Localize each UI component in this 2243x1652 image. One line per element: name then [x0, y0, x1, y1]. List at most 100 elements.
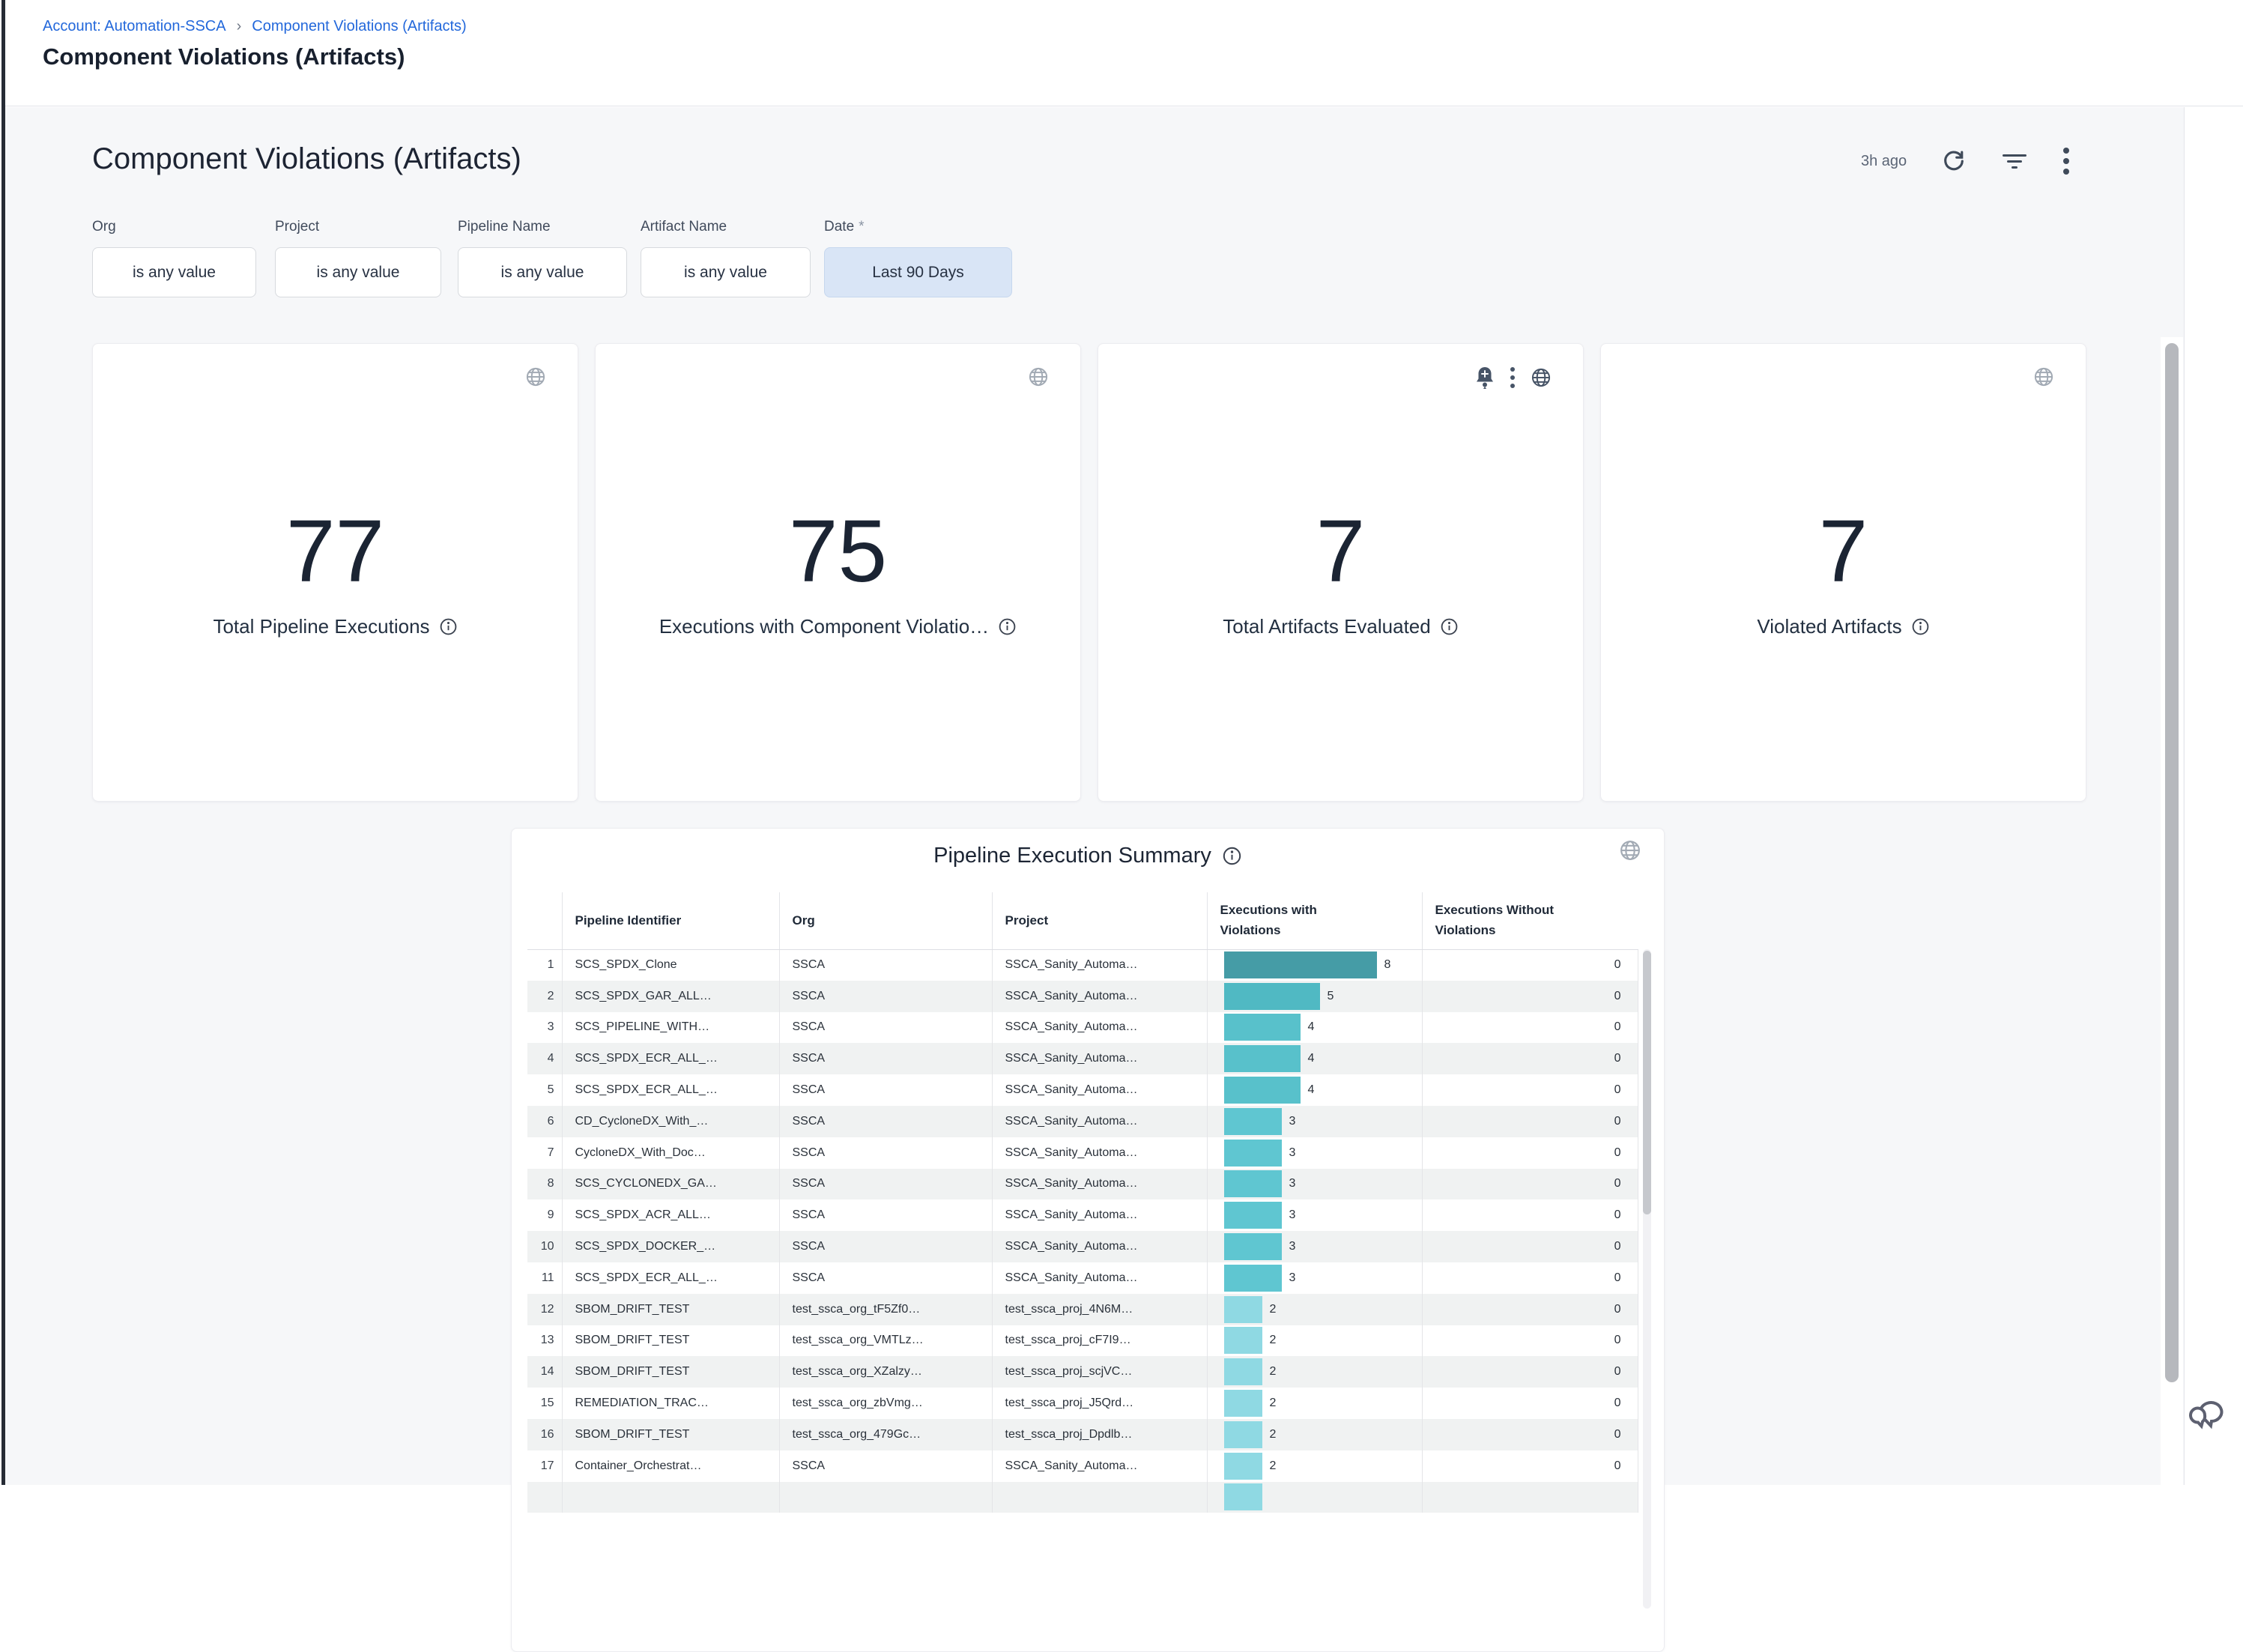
pipeline-identifier-cell: REMEDIATION_TRAC… — [562, 1388, 779, 1419]
column-header-project[interactable]: Project — [992, 892, 1207, 949]
violations-bar[interactable] — [1224, 1390, 1262, 1417]
executions-without-violations-cell: 0 — [1422, 1419, 1638, 1450]
violations-bar-value: 8 — [1384, 958, 1391, 972]
table-row[interactable]: 14SBOM_DRIFT_TESTtest_ssca_org_XZalzy…te… — [527, 1356, 1638, 1388]
filter-date-range-value[interactable]: Last 90 Days — [824, 247, 1012, 297]
filter-pipeline-name-value[interactable]: is any value — [458, 247, 627, 297]
violations-bar[interactable] — [1224, 1108, 1282, 1135]
refresh-button[interactable] — [1941, 148, 1967, 174]
row-index: 10 — [527, 1231, 562, 1262]
violations-bar[interactable] — [1224, 983, 1320, 1010]
dashboard-menu-button[interactable] — [2062, 147, 2070, 175]
table-row[interactable]: 4SCS_SPDX_ECR_ALL_…SSCASSCA_Sanity_Autom… — [527, 1043, 1638, 1074]
info-icon[interactable] — [998, 617, 1017, 636]
org-cell: SSCA — [779, 1106, 992, 1137]
table-row[interactable]: 9SCS_SPDX_ACR_ALL…SSCASSCA_Sanity_Automa… — [527, 1199, 1638, 1231]
violations-bar[interactable] — [1224, 1421, 1262, 1448]
filter-project-value[interactable]: is any value — [275, 247, 441, 297]
tile-value: 75 — [596, 507, 1080, 596]
violations-bar[interactable] — [1224, 1014, 1301, 1041]
alert-bell-icon[interactable] — [1475, 366, 1495, 389]
org-cell: SSCA — [779, 1199, 992, 1231]
table-row[interactable]: 16SBOM_DRIFT_TESTtest_ssca_org_479Gc…tes… — [527, 1419, 1638, 1450]
row-index: 16 — [527, 1419, 562, 1450]
executions-with-violations-cell: 3 — [1207, 1231, 1422, 1262]
executions-with-violations-cell: 5 — [1207, 981, 1422, 1012]
table-row[interactable]: 6CD_CycloneDX_With_…SSCASSCA_Sanity_Auto… — [527, 1106, 1638, 1137]
violations-bar[interactable] — [1224, 1077, 1301, 1104]
column-header-org[interactable]: Org — [779, 892, 992, 949]
main-scrollbar-track[interactable] — [2161, 337, 2183, 1485]
project-cell: SSCA_Sanity_Automa… — [992, 1231, 1207, 1262]
row-index: 11 — [527, 1262, 562, 1294]
table-row[interactable]: 15REMEDIATION_TRAC…test_ssca_org_zbVmg…t… — [527, 1388, 1638, 1419]
globe-icon[interactable] — [2033, 366, 2054, 387]
info-icon[interactable] — [1440, 617, 1459, 636]
tile-value: 7 — [1098, 507, 1583, 596]
table-row[interactable]: 7CycloneDX_With_Doc…SSCASSCA_Sanity_Auto… — [527, 1137, 1638, 1169]
column-header-pipeline-identifier[interactable]: Pipeline Identifier — [562, 892, 779, 949]
table-scrollbar-thumb[interactable] — [1643, 951, 1651, 1214]
violations-bar[interactable] — [1224, 1170, 1282, 1197]
executions-with-violations-cell: 3 — [1207, 1169, 1422, 1200]
breadcrumb-current-link[interactable]: Component Violations (Artifacts) — [252, 18, 466, 35]
tile-menu-kebab-icon[interactable] — [1510, 366, 1516, 389]
breadcrumb-account-link[interactable]: Account: Automation-SSCA — [43, 18, 226, 35]
filter-org-value[interactable]: is any value — [92, 247, 256, 297]
executions-with-violations-cell: 3 — [1207, 1106, 1422, 1137]
violations-bar[interactable] — [1224, 1045, 1301, 1072]
filter-artifact-name: Artifact Name is any value — [641, 219, 811, 297]
project-cell: SSCA_Sanity_Automa… — [992, 1106, 1207, 1137]
violations-bar[interactable] — [1224, 1453, 1262, 1480]
violations-bar-value: 2 — [1270, 1459, 1277, 1473]
violations-bar[interactable] — [1224, 1327, 1262, 1354]
tile-label: Executions with Component Violatio… — [659, 615, 989, 638]
table-row[interactable]: 10SCS_SPDX_DOCKER_…SSCASSCA_Sanity_Autom… — [527, 1231, 1638, 1262]
table-row[interactable]: 8SCS_CYCLONEDX_GA…SSCASSCA_Sanity_Automa… — [527, 1169, 1638, 1200]
table-row[interactable]: 2SCS_SPDX_GAR_ALL…SSCASSCA_Sanity_Automa… — [527, 981, 1638, 1012]
pipeline-identifier-cell: SCS_SPDX_ECR_ALL_… — [562, 1043, 779, 1074]
violations-bar[interactable] — [1224, 1140, 1282, 1167]
violations-bar[interactable] — [1224, 1202, 1282, 1229]
globe-icon[interactable] — [1531, 367, 1552, 388]
table-row[interactable]: 1SCS_SPDX_CloneSSCASSCA_Sanity_Automa…80 — [527, 949, 1638, 981]
org-cell: SSCA — [779, 981, 992, 1012]
table-row[interactable] — [527, 1482, 1638, 1513]
tile-violated-artifacts: 7 Violated Artifacts — [1600, 343, 2086, 802]
pipeline-execution-summary-card: Pipeline Execution Summary — [511, 828, 1665, 1652]
globe-icon[interactable] — [1028, 366, 1049, 387]
table-row[interactable]: 5SCS_SPDX_ECR_ALL_…SSCASSCA_Sanity_Autom… — [527, 1074, 1638, 1106]
info-icon[interactable] — [1911, 617, 1930, 636]
project-cell: SSCA_Sanity_Automa… — [992, 1012, 1207, 1044]
table-row[interactable]: 3SCS_PIPELINE_WITH…SSCASSCA_Sanity_Autom… — [527, 1012, 1638, 1044]
chat-help-button[interactable] — [2189, 1392, 2234, 1437]
table-row[interactable]: 12SBOM_DRIFT_TESTtest_ssca_org_tF5Zf0…te… — [527, 1294, 1638, 1325]
violations-bar[interactable] — [1224, 1296, 1262, 1323]
top-header: Account: Automation-SSCA › Component Vio… — [5, 0, 2243, 106]
table-scrollbar-track[interactable] — [1643, 949, 1651, 1609]
info-icon[interactable] — [439, 617, 458, 636]
project-cell: SSCA_Sanity_Automa… — [992, 1262, 1207, 1294]
globe-icon[interactable] — [525, 366, 546, 387]
filter-date-value[interactable]: is any value — [641, 247, 811, 297]
violations-bar[interactable] — [1224, 1483, 1262, 1510]
violations-bar[interactable] — [1224, 1233, 1282, 1260]
tile-value: 7 — [1601, 507, 2086, 596]
filters-button[interactable] — [2001, 150, 2028, 172]
filter-project-label: Project — [275, 219, 319, 235]
breadcrumb: Account: Automation-SSCA › Component Vio… — [43, 18, 467, 35]
violations-bar[interactable] — [1224, 1358, 1262, 1385]
main-scrollbar-thumb[interactable] — [2165, 343, 2179, 1382]
executions-with-violations-cell: 8 — [1207, 949, 1422, 981]
column-header-executions-without-violations[interactable]: Executions Without Violations — [1422, 892, 1638, 949]
column-header-executions-with-violations[interactable]: Executions with Violations — [1207, 892, 1422, 949]
project-cell: SSCA_Sanity_Automa… — [992, 981, 1207, 1012]
table-row[interactable]: 13SBOM_DRIFT_TESTtest_ssca_org_VMTLz…tes… — [527, 1325, 1638, 1357]
executions-without-violations-cell: 0 — [1422, 1325, 1638, 1357]
violations-bar[interactable] — [1224, 951, 1377, 978]
table-row[interactable]: 17Container_Orchestrat…SSCASSCA_Sanity_A… — [527, 1450, 1638, 1482]
table-row[interactable]: 11SCS_SPDX_ECR_ALL_…SSCASSCA_Sanity_Auto… — [527, 1262, 1638, 1294]
globe-icon[interactable] — [1619, 839, 1641, 862]
violations-bar[interactable] — [1224, 1265, 1282, 1292]
info-icon[interactable] — [1222, 846, 1242, 866]
